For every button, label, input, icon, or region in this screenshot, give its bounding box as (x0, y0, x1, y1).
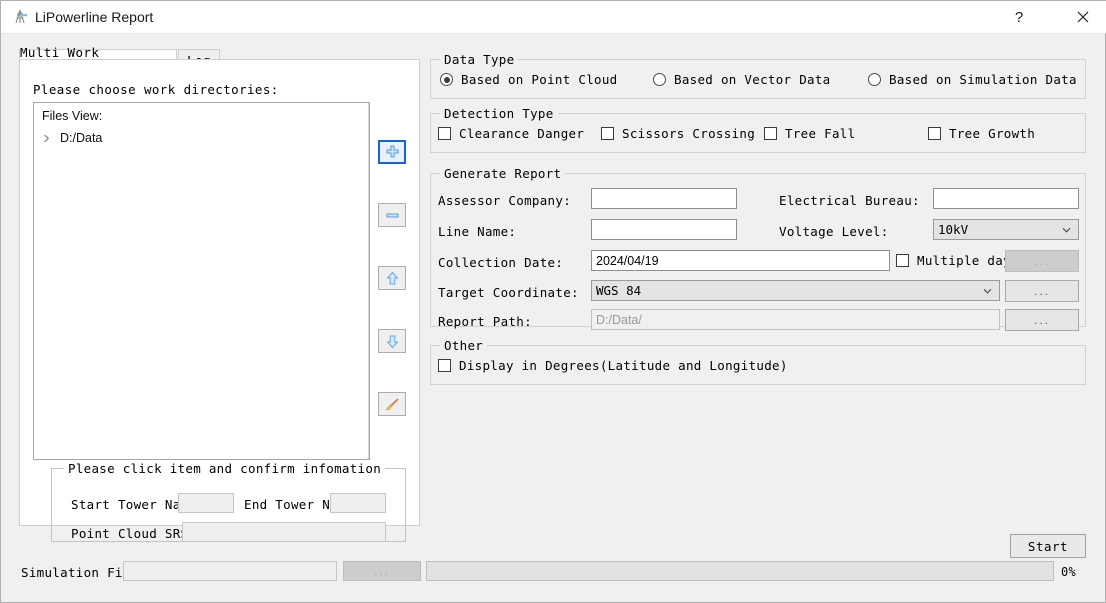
electrical-bureau-input[interactable] (933, 188, 1079, 209)
minus-icon (386, 213, 398, 217)
simulation-file-input[interactable] (123, 561, 337, 581)
target-coordinate-label: Target Coordinate: (438, 285, 579, 300)
paintbrush-icon (385, 398, 398, 410)
arrow-down-icon (385, 335, 399, 348)
confirm-group-title: Please click item and confirm infomation (64, 461, 386, 476)
transmission-tower-icon (11, 8, 29, 26)
line-name-input[interactable] (591, 219, 737, 240)
radio-label-vector-data: Based on Vector Data (674, 72, 831, 87)
end-tower-name-input[interactable] (330, 493, 386, 513)
radio-based-on-point-cloud[interactable]: Based on Point Cloud (440, 72, 618, 87)
target-coordinate-select[interactable]: WGS 84 (591, 280, 1000, 301)
generate-report-group-title: Generate Report (440, 166, 566, 181)
simulation-file-browse-button[interactable]: ... (343, 561, 421, 581)
help-button[interactable]: ? (996, 1, 1042, 33)
detection-type-group: Detection Type Clearance Danger Scissors… (430, 106, 1086, 153)
checkbox-label-scissors-crossing: Scissors Crossing (622, 126, 756, 141)
other-group-title: Other (440, 338, 488, 353)
chevron-down-icon (983, 288, 992, 294)
radio-icon-simulation-data (868, 73, 881, 86)
add-directory-button[interactable] (378, 140, 406, 164)
confirm-information-group: Please click item and confirm infomation… (51, 461, 406, 542)
arrow-up-icon (385, 271, 399, 284)
move-up-button[interactable] (378, 266, 406, 290)
multiple-days-browse-button[interactable]: ... (1005, 250, 1079, 272)
tree-item-label: D:/Data (60, 131, 103, 145)
checkbox-tree-fall[interactable]: Tree Fall (764, 126, 855, 141)
voltage-level-value: 10kV (938, 222, 969, 237)
voltage-level-select[interactable]: 10kV (933, 219, 1079, 240)
report-path-label: Report Path: (438, 314, 532, 329)
radio-based-on-simulation-data[interactable]: Based on Simulation Data (868, 72, 1077, 87)
tree-item-d-data[interactable]: D:/Data (42, 129, 102, 147)
target-coordinate-browse-button[interactable]: ... (1005, 280, 1079, 302)
assessor-company-label: Assessor Company: (438, 193, 572, 208)
radio-based-on-vector-data[interactable]: Based on Vector Data (653, 72, 831, 87)
other-group: Other Display in Degrees(Latitude and Lo… (430, 338, 1086, 385)
edit-directory-button[interactable] (378, 392, 406, 416)
files-view-tree[interactable]: Files View: D:/Data (33, 102, 370, 460)
target-coordinate-value: WGS 84 (596, 283, 642, 298)
generate-report-group: Generate Report Assessor Company: Electr… (430, 166, 1086, 331)
report-path-browse-button[interactable]: ... (1005, 309, 1079, 331)
chevron-down-icon (1062, 227, 1071, 233)
electrical-bureau-label: Electrical Bureau: (779, 193, 920, 208)
files-view-header: Files View: (42, 109, 103, 123)
line-name-label: Line Name: (438, 224, 517, 239)
report-path-input[interactable]: D:/Data/ (591, 309, 1000, 330)
progress-bar (426, 561, 1054, 581)
close-icon (1077, 11, 1089, 23)
checkbox-label-clearance-danger: Clearance Danger (459, 126, 585, 141)
data-type-group-title: Data Type (440, 52, 519, 67)
start-tower-name-input[interactable] (178, 493, 234, 513)
progress-percent-label: 0% (1061, 565, 1077, 579)
checkbox-icon-multiple-days (896, 254, 909, 267)
checkbox-label-tree-growth: Tree Growth (949, 126, 1036, 141)
detection-type-group-title: Detection Type (440, 106, 558, 121)
collection-date-label: Collection Date: (438, 255, 564, 270)
close-button[interactable] (1060, 1, 1106, 33)
radio-label-simulation-data: Based on Simulation Data (889, 72, 1077, 87)
checkbox-icon-display-in-degrees (438, 359, 451, 372)
checkbox-icon-scissors-crossing (601, 127, 614, 140)
radio-label-point-cloud: Based on Point Cloud (461, 72, 618, 87)
checkbox-icon-tree-fall (764, 127, 777, 140)
radio-icon-point-cloud (440, 73, 453, 86)
checkbox-label-tree-fall: Tree Fall (785, 126, 856, 141)
checkbox-label-multiple-days: Multiple days (917, 253, 1019, 268)
checkbox-display-in-degrees[interactable]: Display in Degrees(Latitude and Longitud… (438, 358, 788, 373)
point-cloud-srs-label: Point Cloud SRS: (71, 526, 197, 541)
multi-work-directories-panel: Please choose work directories: Files Vi… (19, 59, 420, 542)
start-button[interactable]: Start (1010, 534, 1086, 558)
checkbox-multiple-days[interactable]: Multiple days (896, 253, 1019, 268)
chevron-right-icon[interactable] (42, 134, 51, 143)
plus-icon (386, 145, 398, 157)
checkbox-clearance-danger[interactable]: Clearance Danger (438, 126, 584, 141)
title-bar: LiPowerline Report ? (1, 1, 1106, 34)
window-title: LiPowerline Report (35, 9, 154, 25)
point-cloud-srs-input[interactable] (182, 522, 386, 542)
checkbox-label-display-in-degrees: Display in Degrees(Latitude and Longitud… (459, 358, 788, 373)
radio-icon-vector-data (653, 73, 666, 86)
remove-directory-button[interactable] (378, 203, 406, 227)
files-view-scrollbar[interactable] (368, 103, 369, 459)
voltage-level-label: Voltage Level: (779, 224, 889, 239)
move-down-button[interactable] (378, 329, 406, 353)
data-type-group: Data Type Based on Point Cloud Based on … (430, 52, 1086, 99)
checkbox-icon-clearance-danger (438, 127, 451, 140)
checkbox-scissors-crossing[interactable]: Scissors Crossing (601, 126, 755, 141)
checkbox-icon-tree-growth (928, 127, 941, 140)
assessor-company-input[interactable] (591, 188, 737, 209)
choose-directories-label: Please choose work directories: (33, 82, 279, 97)
collection-date-input[interactable]: 2024/04/19 (591, 250, 890, 271)
checkbox-tree-growth[interactable]: Tree Growth (928, 126, 1035, 141)
